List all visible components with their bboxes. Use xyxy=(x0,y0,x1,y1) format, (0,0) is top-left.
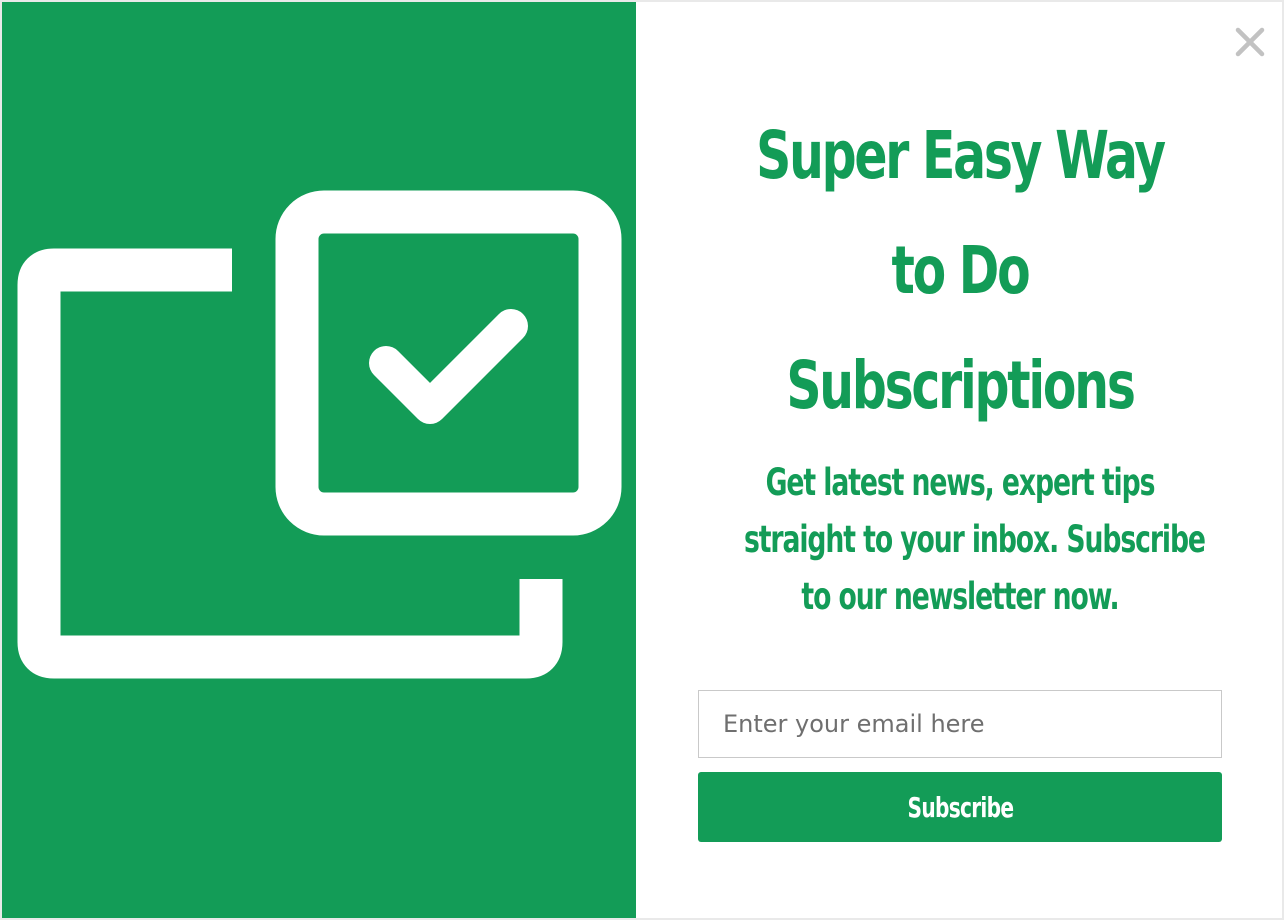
illustration-panel xyxy=(2,2,636,918)
email-input[interactable] xyxy=(698,690,1222,758)
close-icon xyxy=(1235,27,1265,57)
content-panel: Super Easy Way to Do Subscriptions Get l… xyxy=(636,2,1282,918)
headline-line: to Do xyxy=(891,232,1031,309)
subscribe-button-label: Subscribe xyxy=(907,790,1013,824)
close-button[interactable] xyxy=(1232,24,1268,60)
description-line: to our newsletter now. xyxy=(801,575,1119,618)
description-line: Get latest news, expert tips xyxy=(765,461,1156,504)
subscribe-button[interactable]: Subscribe xyxy=(698,772,1222,842)
checkbox-window-icon xyxy=(17,190,622,679)
popup-headline: Super Easy Way to Do Subscriptions xyxy=(742,98,1177,443)
headline-line: Subscriptions xyxy=(786,347,1136,424)
popup-description: Get latest news, expert tips straight to… xyxy=(744,454,1206,625)
subscription-popup: Super Easy Way to Do Subscriptions Get l… xyxy=(0,0,1284,920)
headline-line: Super Easy Way xyxy=(756,117,1166,194)
description-line: straight to your inbox. Subscribe xyxy=(744,518,1206,561)
